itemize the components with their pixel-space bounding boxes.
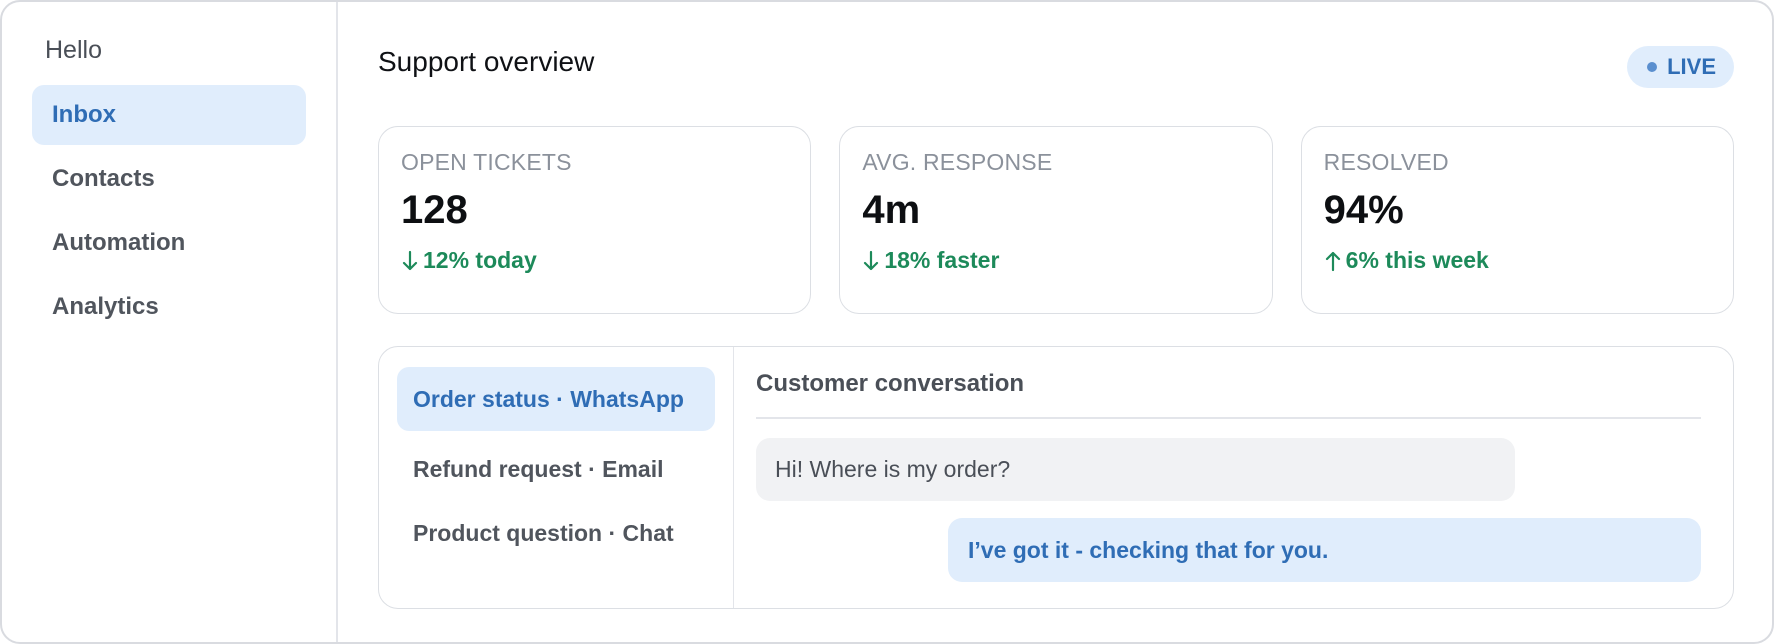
stats-row: OPEN TICKETS 128 12% today AVG. RESPONSE… (378, 126, 1734, 314)
stat-label: AVG. RESPONSE (862, 149, 1053, 175)
sidebar-nav: Inbox Contacts Automation Analytics (2, 85, 336, 337)
outgoing-message-row: I’ve got it - checking that for you. (756, 518, 1701, 582)
stat-change-text: 18% faster (884, 247, 1000, 273)
arrow-down-icon (864, 250, 879, 270)
stat-change: 12% today (401, 247, 788, 274)
app-window: Hello Inbox Contacts Automation Analytic… (0, 0, 1774, 644)
incoming-message: Hi! Where is my order? (756, 438, 1515, 501)
stat-change: 18% faster (862, 247, 1249, 274)
brand-logo: Hello (45, 36, 102, 64)
main-content: Support overview LIVE OPEN TICKETS 128 1… (338, 2, 1772, 642)
live-dot-icon (1647, 62, 1658, 72)
thread-list: Order status · WhatsApp Refund request ·… (379, 347, 734, 608)
sidebar-item-inbox[interactable]: Inbox (32, 85, 306, 145)
arrow-up-icon (1325, 251, 1340, 271)
stat-change: 6% this week (1324, 247, 1711, 274)
thread-item-order-status[interactable]: Order status · WhatsApp (397, 367, 715, 431)
conversation-title: Customer conversation (756, 367, 1701, 419)
outgoing-message: I’ve got it - checking that for you. (948, 518, 1701, 582)
stat-card-avg-response: AVG. RESPONSE 4m 18% faster (839, 126, 1273, 314)
sidebar-item-automation[interactable]: Automation (32, 213, 306, 273)
stat-value: 128 (401, 188, 468, 232)
page-title: Support overview (378, 46, 595, 77)
header: Support overview LIVE (378, 2, 1734, 126)
sidebar-item-contacts[interactable]: Contacts (32, 149, 306, 209)
stat-value: 4m (862, 188, 921, 232)
sidebar-item-analytics[interactable]: Analytics (32, 277, 306, 337)
inbox-panel: Order status · WhatsApp Refund request ·… (378, 346, 1734, 609)
stat-card-open-tickets: OPEN TICKETS 128 12% today (378, 126, 812, 314)
thread-item-refund-request[interactable]: Refund request · Email (397, 437, 715, 501)
stat-label: OPEN TICKETS (401, 149, 572, 175)
stat-change-text: 6% this week (1345, 247, 1489, 273)
stat-change-text: 12% today (423, 247, 537, 273)
arrow-down-icon (402, 250, 418, 270)
stat-label: RESOLVED (1323, 149, 1449, 175)
live-status-badge: LIVE (1627, 46, 1734, 88)
live-badge-label: LIVE (1667, 54, 1716, 79)
sidebar: Hello Inbox Contacts Automation Analytic… (2, 2, 338, 642)
stat-card-resolved: RESOLVED 94% 6% this week (1300, 126, 1734, 314)
conversation-pane: Customer conversation Hi! Where is my or… (734, 347, 1733, 608)
thread-item-product-question[interactable]: Product question · Chat (397, 501, 715, 565)
stat-value: 94% (1323, 188, 1404, 232)
